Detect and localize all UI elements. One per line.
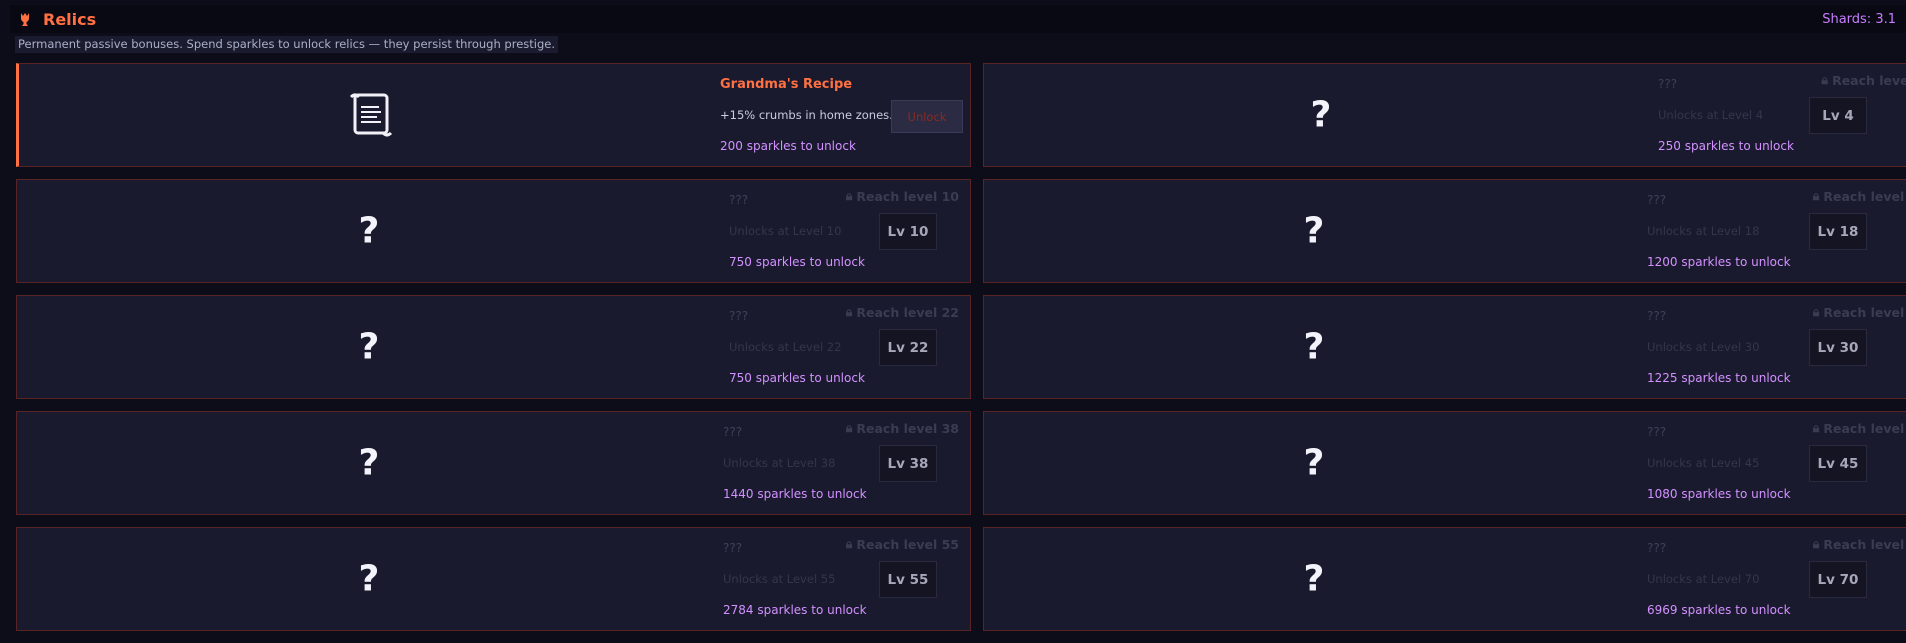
relic-cost: 1200 sparkles to unlock	[1647, 255, 1791, 269]
lock-requirement-label: Reach level 18	[1823, 188, 1906, 204]
lock-requirement: 🔒︎Reach level 4	[1821, 72, 1906, 88]
level-requirement-box: Lv 30	[1809, 329, 1867, 366]
lock-icon: 🔒︎	[1812, 420, 1820, 435]
question-mark-icon: ?	[1303, 326, 1325, 368]
page-subtitle: Permanent passive bonuses. Spend sparkle…	[15, 36, 559, 53]
lock-icon: 🔒︎	[845, 188, 853, 203]
relic-cost: 2784 sparkles to unlock	[723, 603, 867, 617]
lock-requirement: 🔒︎ Reach level 22	[846, 304, 959, 320]
relic-card-locked[interactable]: ? 🔒︎ Reach level 55 ??? Unlocks at Level …	[16, 527, 971, 631]
relic-cost: 750 sparkles to unlock	[729, 371, 865, 385]
relic-cost: 250 sparkles to unlock	[1658, 139, 1794, 153]
relic-description: Unlocks at Level 30	[1647, 340, 1760, 354]
lock-requirement-label: Reach level 38	[856, 420, 959, 436]
question-mark-icon: ?	[358, 442, 380, 484]
relic-card-locked[interactable]: ? 🔒︎ Reach level 38 ??? Unlocks at Level …	[16, 411, 971, 515]
relic-description: Unlocks at Level 10	[729, 224, 842, 238]
level-requirement-box: Lv 18	[1809, 213, 1867, 250]
header-bar: Relics Shards: 3.1	[10, 5, 1906, 33]
lock-requirement: 🔒︎ Reach level 10	[846, 188, 959, 204]
level-requirement-box: Lv 10	[879, 213, 937, 250]
lock-requirement: 🔒︎ Reach level 38	[846, 420, 959, 436]
question-mark-icon: ?	[1303, 442, 1325, 484]
question-mark-icon: ?	[1310, 94, 1332, 136]
relic-cost: 1080 sparkles to unlock	[1647, 487, 1791, 501]
relic-name: ???	[1647, 309, 1667, 323]
relic-card-locked[interactable]: ? 🔒︎Reach level 45 ??? Unlocks at Level …	[983, 411, 1906, 515]
lock-icon: 🔒︎	[1812, 536, 1820, 551]
relic-cost: 750 sparkles to unlock	[729, 255, 865, 269]
relic-name: Grandma's Recipe	[720, 77, 853, 92]
relic-name: ???	[1647, 425, 1667, 439]
lock-requirement-label: Reach level 45	[1823, 420, 1906, 436]
lock-icon: 🔒︎	[845, 536, 853, 551]
scroll-icon	[347, 92, 395, 138]
lock-requirement-label: Reach level 70	[1823, 536, 1906, 552]
relic-name: ???	[723, 425, 743, 439]
lock-icon: 🔒︎	[1821, 72, 1829, 87]
lock-icon: 🔒︎	[845, 420, 853, 435]
relic-card-locked[interactable]: ? 🔒︎ Reach level 10 ??? Unlocks at Level …	[16, 179, 971, 283]
relic-card-locked[interactable]: ? 🔒︎Reach level 18 ??? Unlocks at Level …	[983, 179, 1906, 283]
question-mark-icon: ?	[358, 558, 380, 600]
relic-name: ???	[1647, 541, 1667, 555]
relic-description: +15% crumbs in home zones.	[720, 108, 893, 122]
relic-description: Unlocks at Level 18	[1647, 224, 1760, 238]
lock-icon: 🔒︎	[845, 304, 853, 319]
level-requirement-box: Lv 70	[1809, 561, 1867, 598]
lock-requirement: 🔒︎ Reach level 55	[846, 536, 959, 552]
level-requirement-box: Lv 22	[879, 329, 937, 366]
lock-requirement-label: Reach level 22	[856, 304, 959, 320]
question-mark-icon: ?	[1303, 558, 1325, 600]
relic-name: ???	[1658, 77, 1678, 91]
relic-description: Unlocks at Level 22	[729, 340, 842, 354]
lock-requirement: 🔒︎Reach level 45	[1813, 420, 1906, 436]
relic-cost: 1440 sparkles to unlock	[723, 487, 867, 501]
relic-cost: 6969 sparkles to unlock	[1647, 603, 1791, 617]
relic-card-locked[interactable]: ? 🔒︎Reach level 30 ??? Unlocks at Level …	[983, 295, 1906, 399]
relic-description: Unlocks at Level 4	[1658, 108, 1764, 122]
lock-requirement-label: Reach level 55	[856, 536, 959, 552]
relic-name: ???	[1647, 193, 1667, 207]
lock-icon: 🔒︎	[1812, 188, 1820, 203]
relic-description: Unlocks at Level 70	[1647, 572, 1760, 586]
lock-requirement: 🔒︎Reach level 70	[1813, 536, 1906, 552]
relic-description: Unlocks at Level 38	[723, 456, 836, 470]
relic-name: ???	[729, 309, 749, 323]
question-mark-icon: ?	[358, 210, 380, 252]
relic-name: ???	[729, 193, 749, 207]
lock-requirement: 🔒︎Reach level 18	[1813, 188, 1906, 204]
shards-counter: Shards: 3.1	[1822, 11, 1896, 27]
level-requirement-box: Lv 38	[879, 445, 937, 482]
lock-icon: 🔒︎	[1812, 304, 1820, 319]
relic-icon	[18, 11, 34, 27]
relic-card-grandmas-recipe[interactable]: Grandma's Recipe +15% crumbs in home zon…	[16, 63, 971, 167]
relic-card-locked[interactable]: ? 🔒︎Reach level 4 ??? Unlocks at Level 4…	[983, 63, 1906, 167]
lock-requirement-label: Reach level 10	[856, 188, 959, 204]
question-mark-icon: ?	[358, 326, 380, 368]
level-requirement-box: Lv 55	[879, 561, 937, 598]
unlock-button[interactable]: Unlock	[891, 100, 963, 133]
lock-requirement: 🔒︎Reach level 30	[1813, 304, 1906, 320]
relic-cost: 200 sparkles to unlock	[720, 139, 856, 153]
relic-description: Unlocks at Level 55	[723, 572, 836, 586]
relic-card-locked[interactable]: ? 🔒︎ Reach level 22 ??? Unlocks at Level …	[16, 295, 971, 399]
relic-name: ???	[723, 541, 743, 555]
lock-requirement-label: Reach level 4	[1832, 72, 1906, 88]
page-title: Relics	[43, 9, 97, 29]
relic-card-locked[interactable]: ? 🔒︎Reach level 70 ??? Unlocks at Level …	[983, 527, 1906, 631]
level-requirement-box: Lv 45	[1809, 445, 1867, 482]
question-mark-icon: ?	[1303, 210, 1325, 252]
relic-description: Unlocks at Level 45	[1647, 456, 1760, 470]
relic-cost: 1225 sparkles to unlock	[1647, 371, 1791, 385]
level-requirement-box: Lv 4	[1809, 97, 1867, 134]
relic-grid: Grandma's Recipe +15% crumbs in home zon…	[16, 63, 1906, 637]
lock-requirement-label: Reach level 30	[1823, 304, 1906, 320]
